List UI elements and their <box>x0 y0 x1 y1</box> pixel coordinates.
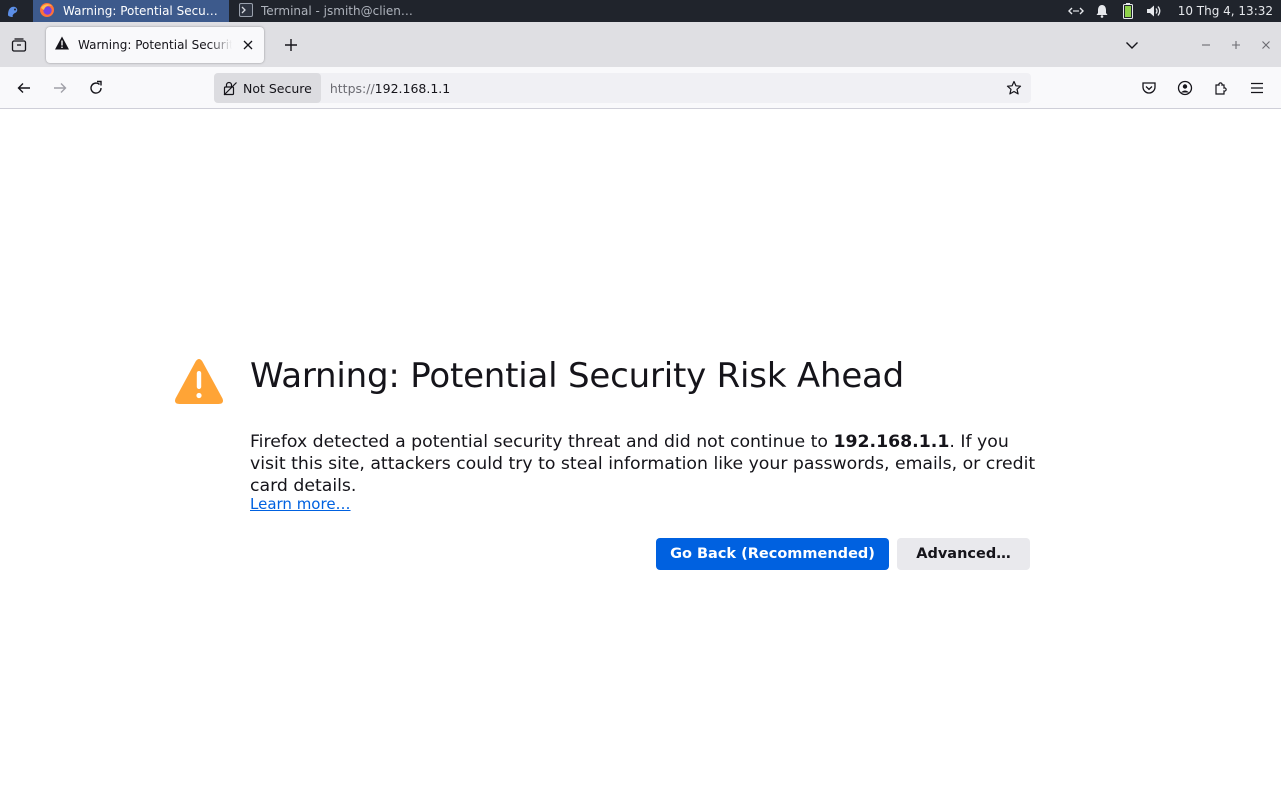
url-bar[interactable]: Not Secure https://192.168.1.1 <box>214 73 1031 103</box>
extensions-icon[interactable] <box>1205 72 1237 104</box>
system-tray: 10 Thg 4, 13:32 <box>1067 3 1281 19</box>
go-back-button[interactable]: Go Back (Recommended) <box>656 538 889 570</box>
network-icon[interactable] <box>1067 3 1084 19</box>
hamburger-menu-icon[interactable] <box>1241 72 1273 104</box>
chevron-down-icon[interactable] <box>1117 30 1147 60</box>
tab-title: Warning: Potential Security Risk Ahead <box>78 37 232 52</box>
maximize-icon[interactable] <box>1221 30 1251 60</box>
taskbar-task-terminal[interactable]: Terminal - jsmith@client1: ~ <box>233 0 423 22</box>
url-text[interactable]: https://192.168.1.1 <box>330 81 999 96</box>
volume-icon[interactable] <box>1146 3 1162 19</box>
error-page: Warning: Potential Security Risk Ahead F… <box>0 109 1281 800</box>
taskbar-task-firefox[interactable]: Warning: Potential Security ... <box>33 0 229 22</box>
tab-overview-icon[interactable] <box>0 22 38 67</box>
new-tab-button[interactable] <box>275 29 307 61</box>
account-icon[interactable] <box>1169 72 1201 104</box>
firefox-icon <box>39 2 55 21</box>
minimize-icon[interactable] <box>1191 30 1221 60</box>
terminal-icon <box>239 2 253 20</box>
error-description: Firefox detected a potential security th… <box>250 431 1040 497</box>
learn-more-link[interactable]: Learn more… <box>250 495 351 513</box>
url-scheme: https:// <box>329 80 375 96</box>
os-taskbar: Warning: Potential Security ... Terminal… <box>0 0 1281 22</box>
pocket-icon[interactable] <box>1133 72 1165 104</box>
not-secure-indicator[interactable]: Not Secure <box>214 73 321 103</box>
insecure-lock-icon <box>223 81 237 96</box>
taskbar-task-label: Warning: Potential Security ... <box>63 4 221 18</box>
description-text: Firefox detected a potential security th… <box>250 432 834 452</box>
page-title: Warning: Potential Security Risk Ahead <box>250 356 905 396</box>
bell-icon[interactable] <box>1094 3 1110 19</box>
warning-icon <box>174 358 224 406</box>
warning-icon <box>54 35 70 55</box>
star-icon[interactable] <box>999 73 1029 103</box>
advanced-button[interactable]: Advanced… <box>897 538 1030 570</box>
not-secure-label: Not Secure <box>243 80 312 96</box>
close-window-icon[interactable] <box>1251 30 1281 60</box>
url-host: 192.168.1.1 <box>374 80 451 96</box>
close-icon[interactable] <box>240 37 256 53</box>
forward-arrow-icon[interactable] <box>44 72 76 104</box>
clock[interactable]: 10 Thg 4, 13:32 <box>1178 4 1273 18</box>
description-host: 192.168.1.1 <box>833 432 950 452</box>
battery-icon[interactable] <box>1120 3 1136 19</box>
tab-strip: Warning: Potential Security Risk Ahead <box>0 22 1281 67</box>
app-menu-icon[interactable] <box>0 0 26 22</box>
navigation-toolbar: Not Secure https://192.168.1.1 <box>0 67 1281 109</box>
plus-icon <box>285 38 297 51</box>
back-arrow-icon[interactable] <box>8 72 40 104</box>
taskbar-task-label: Terminal - jsmith@client1: ~ <box>261 4 415 18</box>
reload-icon[interactable] <box>80 72 112 104</box>
tab-warning[interactable]: Warning: Potential Security Risk Ahead <box>46 26 264 63</box>
